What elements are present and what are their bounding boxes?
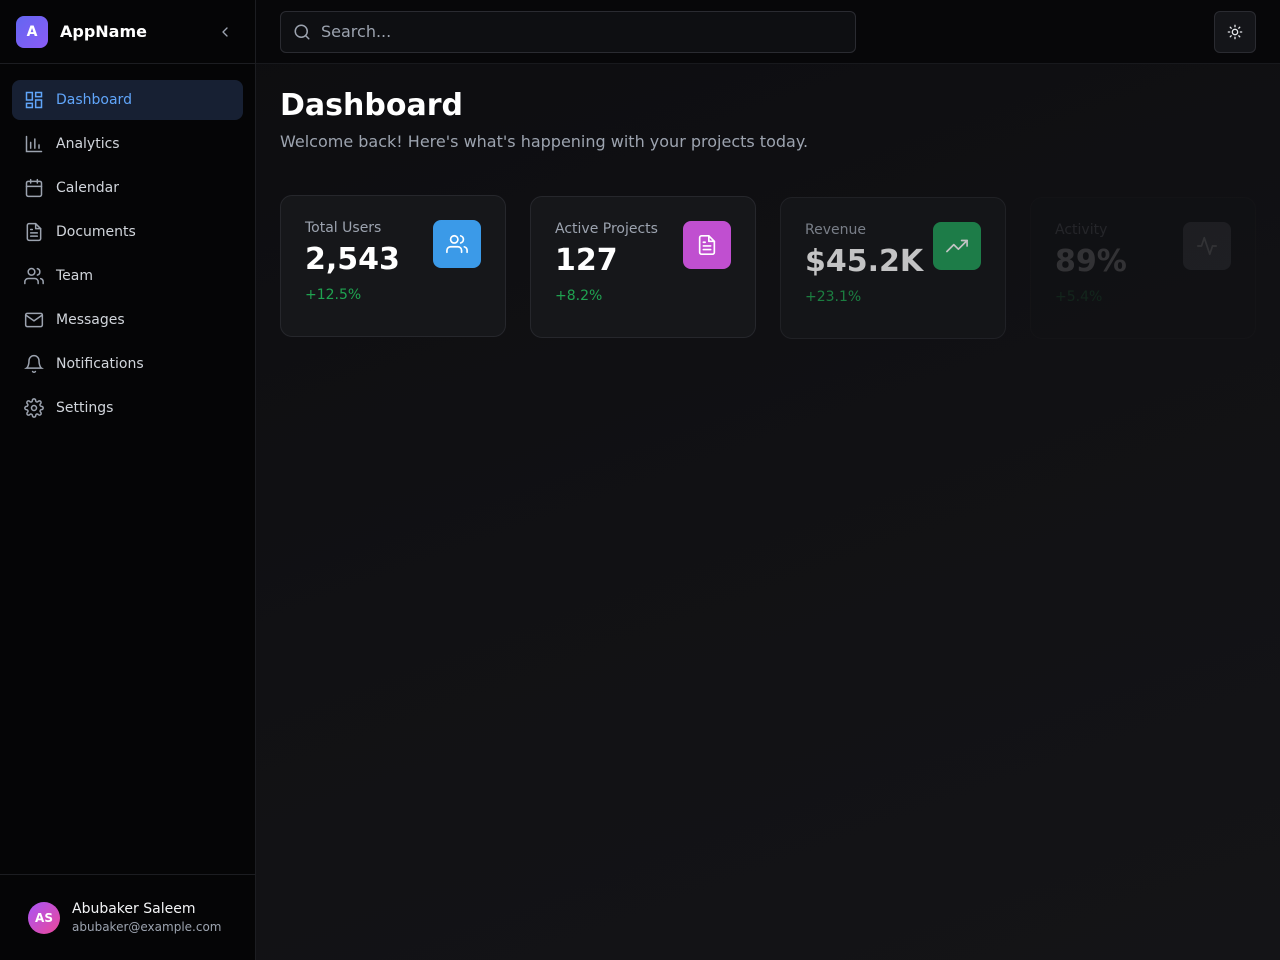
app-name: AppName [60,22,147,41]
chevron-left-icon [222,26,228,37]
bell-icon [24,354,44,374]
sidebar-item-calendar[interactable]: Calendar [12,168,243,208]
sun-icon [1227,24,1243,39]
user-profile[interactable]: AS Abubaker Saleem abubaker@example.com [0,874,255,960]
sidebar-item-messages[interactable]: Messages [12,300,243,340]
collapse-sidebar-button[interactable] [211,18,239,46]
sidebar-item-label: Documents [56,224,136,240]
stat-icon-badge [433,220,481,268]
search-input[interactable] [321,22,843,41]
user-name: Abubaker Saleem [72,900,196,917]
sidebar-item-label: Settings [56,400,114,416]
sidebar: A AppName Dashboard Analytics Calendar D… [0,0,256,960]
sidebar-item-documents[interactable]: Documents [12,212,243,252]
dashboard-content: Dashboard Welcome back! Here's what's ha… [256,64,1280,363]
sidebar-item-notifications[interactable]: Notifications [12,344,243,384]
sidebar-item-dashboard[interactable]: Dashboard [12,80,243,120]
sidebar-item-settings[interactable]: Settings [12,388,243,428]
stat-change: +8.2% [555,288,603,304]
bar-chart-icon [25,135,43,153]
sidebar-item-label: Analytics [56,136,120,152]
page-title: Dashboard [280,88,463,123]
search-box[interactable] [280,10,856,53]
sidebar-item-analytics[interactable]: Analytics [12,124,243,164]
avatar[interactable]: AS [28,901,60,934]
document-icon [698,235,716,255]
stats-cards: Total Users 2,543 +12.5% Active Projects… [280,195,1256,339]
users-icon [24,267,44,285]
stat-icon-badge [683,221,731,269]
stat-card-total-users[interactable]: Total Users 2,543 +12.5% [280,195,506,337]
page-subtitle: Welcome back! Here's what's happening wi… [280,132,809,151]
activity-icon [1197,236,1217,256]
app-root: A AppName Dashboard Analytics Calendar D… [0,0,1280,960]
stat-change: +5.4% [1055,289,1103,305]
sidebar-item-label: Calendar [56,180,119,196]
theme-toggle-button[interactable] [1214,10,1256,53]
app-logo[interactable]: A [16,15,48,48]
stat-change: +12.5% [305,287,362,303]
sidebar-item-label: Team [56,268,94,284]
stat-icon-badge [1183,222,1231,270]
sidebar-header: A AppName [0,0,255,64]
stat-icon-badge [933,222,981,270]
dashboard-icon [25,91,43,109]
calendar-icon [25,178,43,198]
topbar [256,0,1280,64]
trending-up-icon [946,239,968,253]
sidebar-item-label: Dashboard [56,92,132,108]
sidebar-item-team[interactable]: Team [12,256,243,296]
sidebar-item-label: Notifications [56,356,144,372]
users-icon [446,234,468,254]
sidebar-nav: Dashboard Analytics Calendar Documents T… [0,64,255,448]
stat-card-activity[interactable]: Activity 89% +5.4% [1030,197,1256,339]
document-icon [26,222,42,242]
sidebar-item-label: Messages [56,312,125,328]
stat-change: +23.1% [805,289,862,305]
stat-card-revenue[interactable]: Revenue $45.2K +23.1% [780,197,1006,339]
main-content: Dashboard Welcome back! Here's what's ha… [256,0,1280,960]
mail-icon [24,312,44,328]
stat-card-active-projects[interactable]: Active Projects 127 +8.2% [530,196,756,338]
user-info: Abubaker Saleem abubaker@example.com [72,900,221,936]
search-icon [294,24,310,39]
user-email: abubaker@example.com [72,919,222,934]
gear-icon [24,398,44,418]
